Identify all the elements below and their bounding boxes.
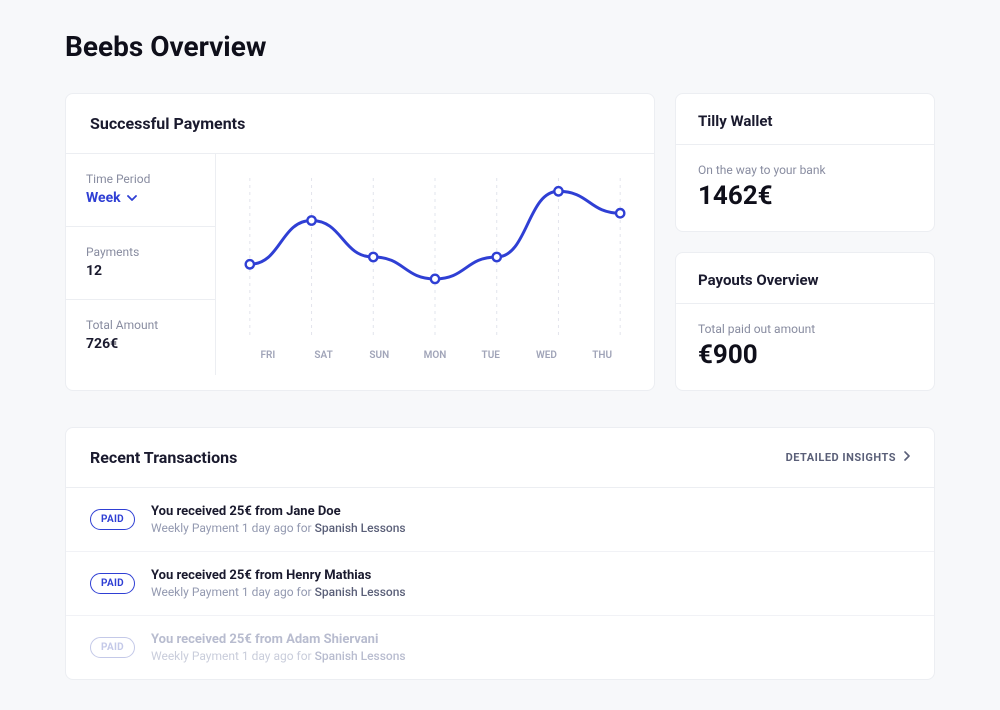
transaction-meta: Weekly Payment 1 day ago for Spanish Les… bbox=[151, 585, 910, 599]
time-period-select[interactable]: Week bbox=[86, 190, 195, 206]
wallet-card: Tilly Wallet On the way to your bank 146… bbox=[675, 93, 935, 232]
chart-x-label: TUE bbox=[463, 350, 519, 361]
time-period-label: Time Period bbox=[86, 172, 195, 186]
chart-x-label: MON bbox=[407, 350, 463, 361]
wallet-value: 1462€ bbox=[698, 181, 912, 211]
status-badge: PAID bbox=[90, 573, 135, 594]
payments-side-stats: Time Period Week Payments 12 Total Amoun… bbox=[66, 154, 216, 375]
successful-payments-card: Successful Payments Time Period Week Pay… bbox=[65, 93, 655, 391]
chevron-down-icon bbox=[127, 193, 137, 204]
transaction-meta: Weekly Payment 1 day ago for Spanish Les… bbox=[151, 649, 910, 663]
time-period-value: Week bbox=[86, 190, 121, 206]
total-amount-label: Total Amount bbox=[86, 318, 195, 332]
transaction-meta: Weekly Payment 1 day ago for Spanish Les… bbox=[151, 521, 910, 535]
payouts-value: €900 bbox=[698, 340, 912, 370]
payouts-title: Payouts Overview bbox=[676, 253, 934, 289]
transaction-summary: You received 25€ from Jane Doe bbox=[151, 504, 910, 519]
payouts-label: Total paid out amount bbox=[698, 322, 912, 336]
transaction-summary: You received 25€ from Henry Mathias bbox=[151, 568, 910, 583]
payments-card-title: Successful Payments bbox=[66, 94, 654, 153]
transaction-summary: You received 25€ from Adam Shiervani bbox=[151, 632, 910, 647]
chart-x-label: SAT bbox=[296, 350, 352, 361]
detailed-insights-link[interactable]: DETAILED INSIGHTS bbox=[786, 451, 910, 464]
wallet-label: On the way to your bank bbox=[698, 163, 912, 177]
payouts-card: Payouts Overview Total paid out amount €… bbox=[675, 252, 935, 391]
detailed-insights-label: DETAILED INSIGHTS bbox=[786, 451, 896, 464]
wallet-title: Tilly Wallet bbox=[676, 94, 934, 130]
transactions-title: Recent Transactions bbox=[90, 448, 237, 467]
status-badge: PAID bbox=[90, 509, 135, 530]
transaction-row[interactable]: PAID You received 25€ from Adam Shiervan… bbox=[66, 616, 934, 679]
status-badge: PAID bbox=[90, 637, 135, 658]
chart-x-label: WED bbox=[519, 350, 575, 361]
chart-x-label: FRI bbox=[240, 350, 296, 361]
chart-x-label: SUN bbox=[351, 350, 407, 361]
payments-chart: FRISATSUNMONTUEWEDTHU bbox=[216, 154, 654, 375]
recent-transactions-card: Recent Transactions DETAILED INSIGHTS PA… bbox=[65, 427, 935, 680]
total-amount-value: 726€ bbox=[86, 336, 195, 352]
transaction-row[interactable]: PAID You received 25€ from Henry Mathias… bbox=[66, 552, 934, 616]
transaction-row[interactable]: PAID You received 25€ from Jane Doe Week… bbox=[66, 488, 934, 552]
payments-count-label: Payments bbox=[86, 245, 195, 259]
payments-count-value: 12 bbox=[86, 263, 195, 279]
chevron-right-icon bbox=[904, 451, 910, 464]
chart-x-label: THU bbox=[574, 350, 630, 361]
page-title: Beebs Overview bbox=[65, 30, 935, 63]
